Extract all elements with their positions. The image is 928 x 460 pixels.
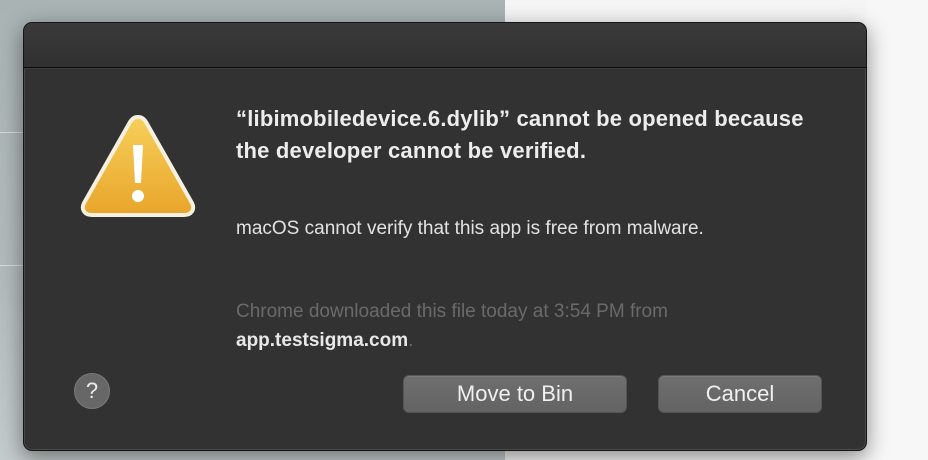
dialog-titlebar[interactable] [24, 23, 866, 69]
security-alert-dialog: “libimobiledevice.6.dylib” cannot be ope… [23, 22, 867, 451]
background-divider [0, 132, 24, 133]
download-source-host: app.testsigma.com [236, 330, 409, 351]
download-source-info: Chrome downloaded this file today at 3:5… [236, 297, 816, 355]
desktop-background-strip [866, 0, 928, 460]
download-source-prefix: Chrome downloaded this file today at 3:5… [236, 301, 668, 322]
download-source-suffix: . [408, 330, 414, 351]
move-to-bin-button[interactable]: Move to Bin [403, 375, 627, 413]
cancel-button[interactable]: Cancel [658, 375, 822, 413]
background-divider [0, 265, 24, 266]
warning-icon [80, 115, 196, 217]
dialog-message: macOS cannot verify that this app is fre… [236, 218, 704, 239]
dialog-title: “libimobiledevice.6.dylib” cannot be ope… [236, 106, 804, 163]
help-button[interactable]: ? [74, 373, 110, 409]
